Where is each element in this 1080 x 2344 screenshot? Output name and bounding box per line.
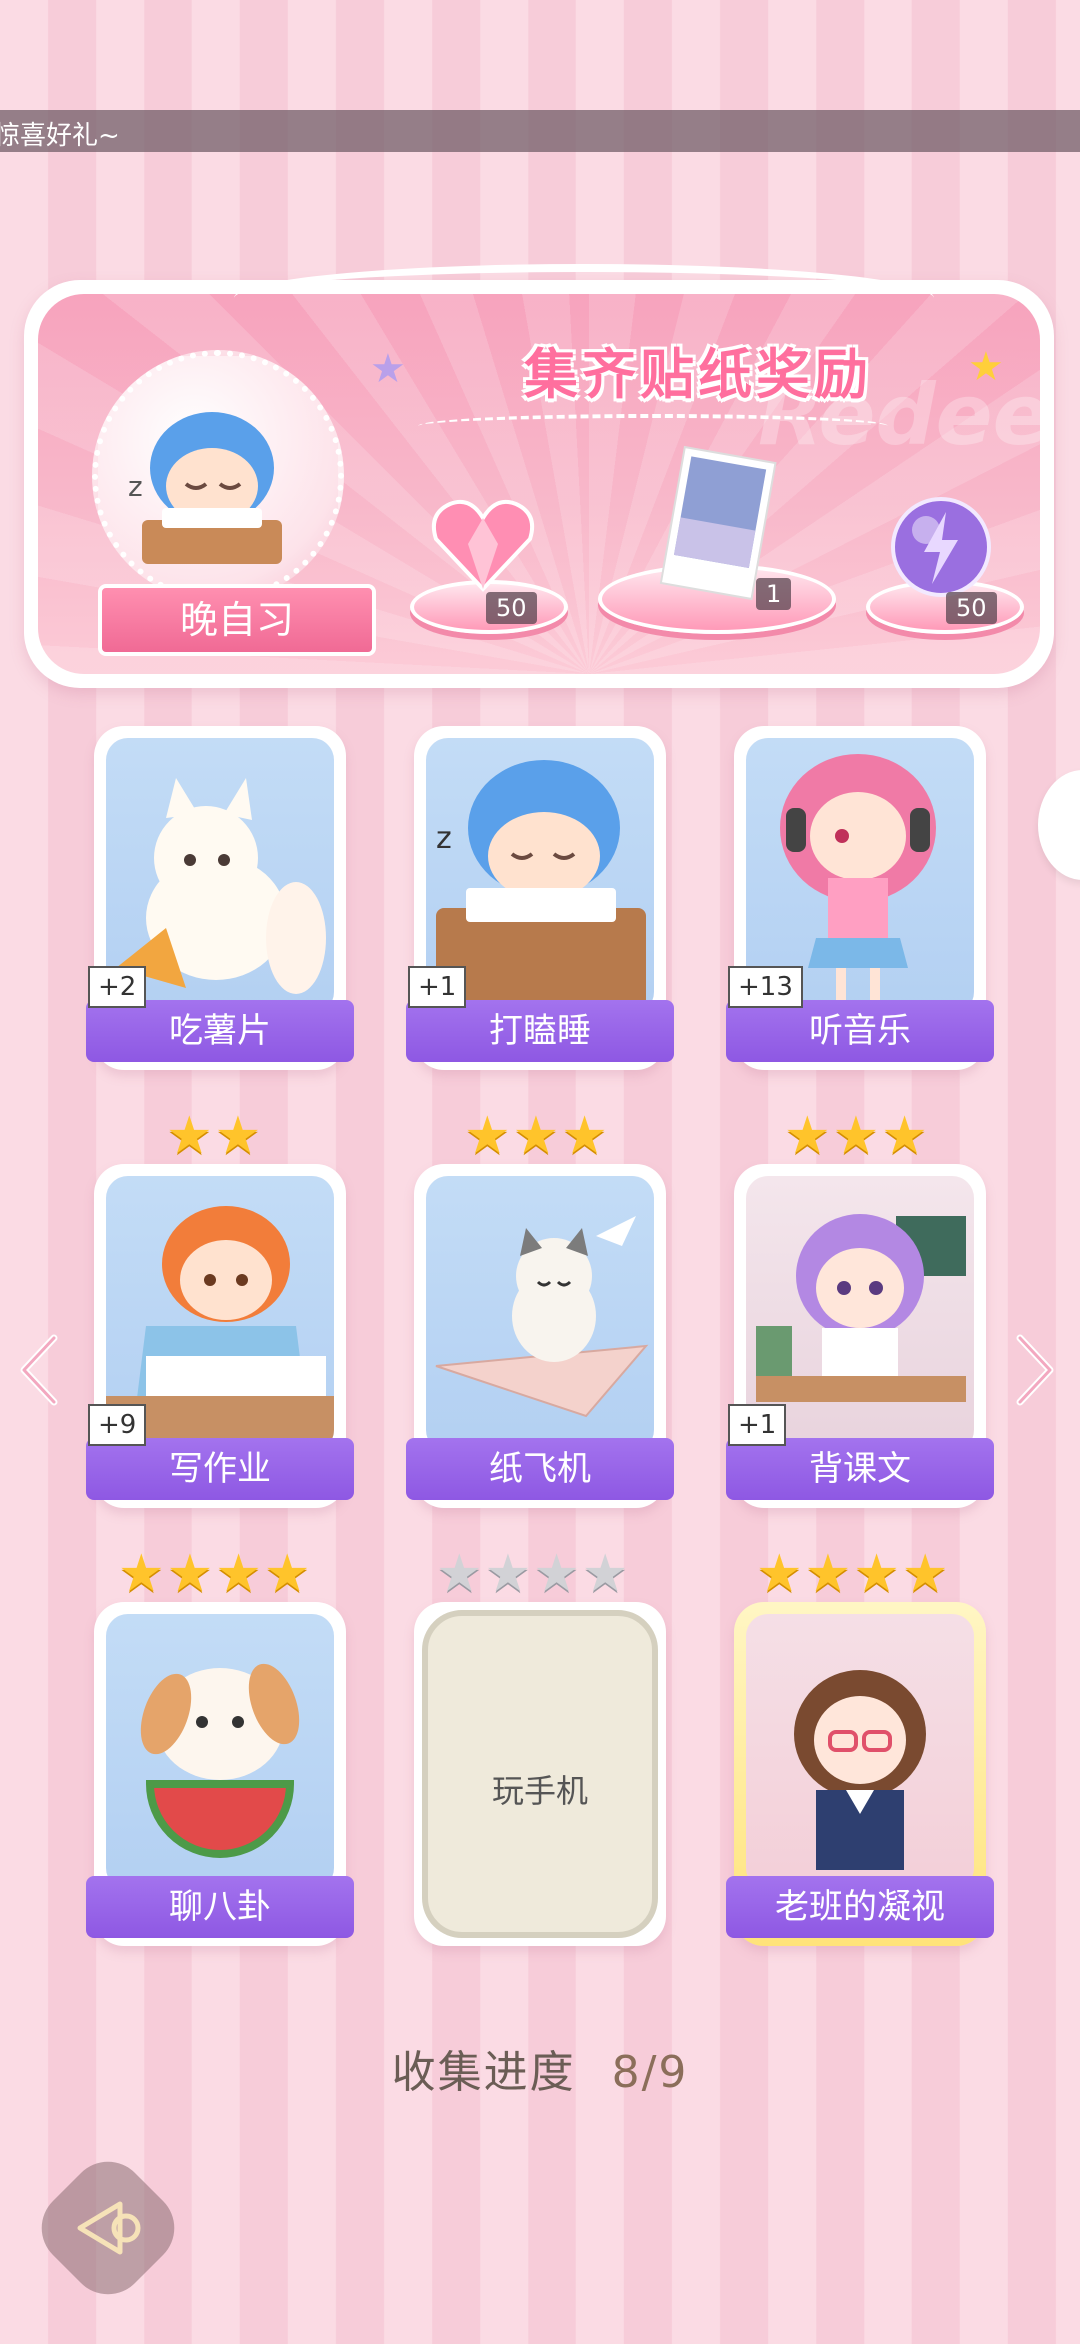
yellow-star-icon: ★ [968, 344, 1004, 390]
chevron-right-icon [1016, 1334, 1054, 1406]
title-dashes [418, 414, 888, 438]
sticker-art [426, 1176, 654, 1452]
locked-card-frame: 玩手机 [422, 1610, 658, 1938]
progress-value: 8/9 [611, 2047, 689, 2098]
reward-count: 50 [946, 592, 997, 624]
star-icon: ★ [853, 1544, 900, 1604]
prev-page-arrow[interactable] [14, 1330, 64, 1410]
star-icon: ★ [533, 1544, 580, 1604]
star-icon: ★ [484, 1544, 532, 1604]
back-button[interactable] [25, 2145, 191, 2311]
sticker-name: 纸飞机 [406, 1438, 674, 1500]
star-icon: ★ [263, 1544, 311, 1604]
duplicate-count: +2 [88, 966, 147, 1008]
sticker-name: 吃薯片 [86, 1000, 354, 1062]
star-rating: ★ ★ ★ [784, 1106, 928, 1166]
progress-label: 收集进度 [391, 2047, 576, 2098]
lightning-orb-icon[interactable] [886, 492, 996, 606]
svg-text:z: z [128, 470, 143, 503]
avatar[interactable]: z [92, 350, 344, 602]
star-icon: ★ [581, 1544, 629, 1604]
sticker-card[interactable]: 纸飞机 [406, 1164, 674, 1508]
sticker-name: 玩手机 [491, 1772, 588, 1810]
star-icon: ★ [784, 1106, 831, 1166]
sticker-card-locked[interactable]: 玩手机 [414, 1602, 666, 1946]
star-icon: ★ [436, 1544, 483, 1604]
star-icon: ★ [561, 1106, 608, 1166]
collection-reward-panel: Redeem ★ 集齐贴纸奖励 ★ z 晚自习 50 [24, 264, 1054, 688]
chevron-left-icon [20, 1334, 58, 1406]
svg-text:z: z [436, 821, 452, 856]
panel-title: 集齐贴纸奖励 [524, 343, 872, 406]
star-icon: ★ [166, 1544, 214, 1604]
sticker-card[interactable]: +2 吃薯片 [86, 726, 354, 1070]
sticker-art [106, 1614, 334, 1890]
star-rating: ★ ★ ★ ★ [756, 1544, 949, 1604]
sticker-card[interactable]: 老班的凝视 [726, 1602, 994, 1946]
duplicate-count: +9 [88, 1404, 147, 1446]
duplicate-count: +13 [728, 966, 803, 1008]
sticker-card[interactable]: +13 听音乐 [726, 726, 994, 1070]
sticker-name: 写作业 [86, 1438, 354, 1500]
star-rating: ★ ★ ★ ★ [436, 1544, 629, 1604]
sticker-card[interactable]: 聊八卦 [86, 1602, 354, 1946]
side-bubble-button[interactable] [1038, 770, 1080, 880]
reward-count: 50 [486, 592, 537, 624]
sticker-name: 打瞌睡 [406, 1000, 674, 1062]
heart-gem-icon[interactable] [428, 494, 538, 598]
sticker-name: 听音乐 [726, 1000, 994, 1062]
star-icon: ★ [512, 1106, 560, 1166]
back-arrow-icon [77, 2201, 141, 2255]
star-rating: ★ ★ ★ ★ [118, 1544, 311, 1604]
marquee-text: 惊喜好礼~ [0, 121, 120, 151]
star-icon: ★ [901, 1544, 949, 1604]
next-page-arrow[interactable] [1010, 1330, 1060, 1410]
star-icon: ★ [881, 1106, 928, 1166]
avatar-label: 晚自习 [98, 584, 376, 656]
sticker-name: 老班的凝视 [726, 1876, 994, 1938]
star-icon: ★ [166, 1106, 213, 1166]
sticker-card[interactable]: +1 背课文 [726, 1164, 994, 1508]
star-icon: ★ [832, 1106, 880, 1166]
star-icon: ★ [215, 1544, 262, 1604]
reward-count: 1 [756, 578, 792, 610]
star-icon: ★ [464, 1106, 511, 1166]
sticker-card[interactable]: +9 写作业 [86, 1164, 354, 1508]
announcement-marquee: 惊喜好礼~ [0, 110, 1080, 152]
star-icon: ★ [214, 1106, 262, 1166]
star-rating: ★ ★ [166, 1106, 261, 1166]
sticker-art [746, 1614, 974, 1890]
collection-progress: 收集进度 8/9 [0, 2036, 1080, 2100]
star-rating: ★ ★ ★ [464, 1106, 608, 1166]
sticker-name: 背课文 [726, 1438, 994, 1500]
duplicate-count: +1 [728, 1404, 787, 1446]
sticker-card[interactable]: z +1 打瞌睡 [406, 726, 674, 1070]
star-icon: ★ [118, 1544, 165, 1604]
duplicate-count: +1 [408, 966, 467, 1008]
sticker-name: 聊八卦 [86, 1876, 354, 1938]
star-icon: ★ [804, 1544, 852, 1604]
star-icon: ★ [756, 1544, 803, 1604]
